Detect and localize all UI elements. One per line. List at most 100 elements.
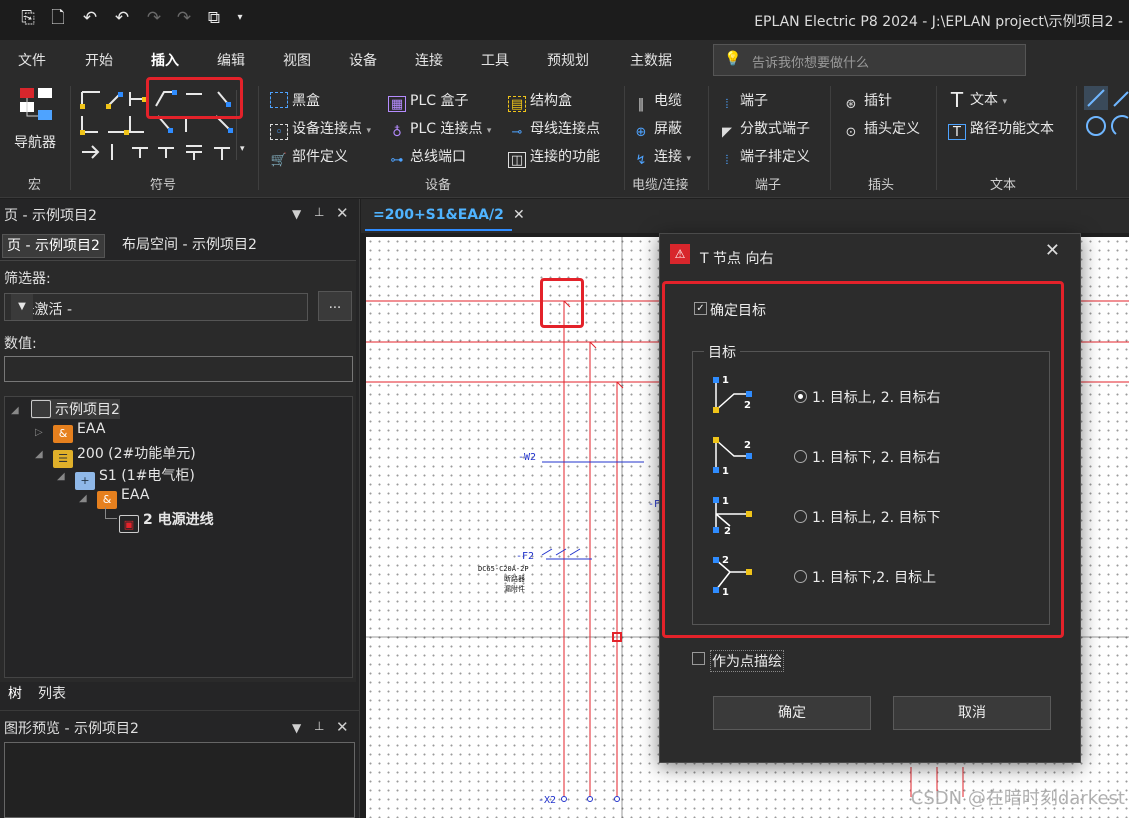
graphics-gallery[interactable] (1084, 86, 1129, 142)
document-tab[interactable]: =200+S1&EAA/2 (365, 203, 512, 231)
expand-arrow-icon[interactable]: ◢ (35, 449, 43, 460)
graphics-shapes-icon (1084, 86, 1129, 136)
expand-arrow-icon[interactable]: ▷ (35, 427, 43, 438)
insert-shield-button[interactable]: ⊕ 屏蔽 (632, 118, 682, 141)
menu-file[interactable]: 文件 (18, 50, 46, 70)
customize-dropdown-icon[interactable]: ▾ (228, 6, 252, 30)
undo-list-icon[interactable]: ↶ (78, 6, 102, 30)
menu-start[interactable]: 开始 (85, 50, 113, 70)
tab-list[interactable]: 列表 (38, 683, 66, 703)
insert-part-definition-button[interactable]: 🛒 部件定义 (270, 146, 348, 169)
insert-structure-box-button[interactable]: ▤ 结构盒 (508, 90, 572, 112)
path-function-text-label: 路径功能文本 (970, 121, 1054, 137)
menu-connection[interactable]: 连接 (415, 50, 443, 70)
preview-menu-icon[interactable]: ▼ (292, 721, 301, 735)
insert-pin-button[interactable]: ⊛ 插针 (842, 90, 892, 113)
insert-connected-function-button[interactable]: ◫ 连接的功能 (508, 146, 600, 168)
undo-icon[interactable]: ↶ (110, 6, 134, 30)
insert-cable-button[interactable]: ‖ 电缆 (632, 90, 682, 113)
selection-icon[interactable]: ⧉ (202, 6, 226, 30)
group-text-label: 文本 (990, 178, 1017, 193)
device-connection-point-label: 设备连接点 (292, 121, 362, 137)
tree-connector (105, 507, 117, 519)
redo-icon[interactable]: ↷ (142, 6, 166, 30)
panel-close-icon[interactable]: ✕ (336, 204, 349, 222)
expand-arrow-icon[interactable]: ◢ (57, 471, 65, 482)
terminal-strip-icon: ⦙ (725, 153, 729, 168)
insert-blackbox-button[interactable]: 黑盒 (270, 90, 320, 110)
preview-pin-icon[interactable]: ⊥ (314, 719, 324, 733)
tab-close-icon[interactable]: ✕ (513, 207, 525, 223)
insert-plc-box-button[interactable]: ▦ PLC 盒子 (388, 90, 468, 112)
cable-icon: ‖ (637, 97, 645, 112)
menu-tools[interactable]: 工具 (481, 50, 509, 70)
menu-device[interactable]: 设备 (349, 50, 377, 70)
distributed-terminal-label: 分散式端子 (740, 121, 810, 137)
t-node-highlight-box (540, 278, 584, 328)
insert-bus-port-button[interactable]: ⊶ 总线端口 (388, 146, 467, 169)
dialog-title: T 节点 向右 (700, 251, 774, 267)
installation-icon: ☰ (53, 450, 73, 468)
navigator-label[interactable]: 导航器 (14, 132, 56, 152)
search-placeholder: 告诉我你想要做什么 (752, 56, 870, 71)
tab-layout-space[interactable]: 布局空间 - 示例项目2 (118, 234, 261, 258)
function-assignment-icon: & (53, 425, 73, 443)
device-connection-point-icon: ◦ (270, 124, 288, 140)
distributed-terminal-icon: ◤ (722, 125, 732, 140)
pin-icon[interactable]: ⊥ (314, 205, 324, 219)
menu-edit[interactable]: 编辑 (217, 50, 245, 70)
insert-path-function-text-button[interactable]: T 路径功能文本 (948, 118, 1054, 140)
insert-plug-definition-button[interactable]: ⊙ 插头定义 (842, 118, 920, 141)
navigator-button[interactable] (14, 86, 58, 126)
plc-box-icon: ▦ (388, 96, 406, 112)
connected-function-label: 连接的功能 (530, 149, 600, 165)
preview-close-icon[interactable]: ✕ (336, 718, 349, 736)
tab-tree[interactable]: 树 (8, 683, 22, 703)
expand-arrow-icon[interactable]: ◢ (79, 493, 87, 504)
value-input[interactable] (4, 356, 353, 382)
insert-device-connection-point-button[interactable]: ◦ 设备连接点 ▾ (270, 118, 371, 140)
filter-label: 筛选器: (4, 271, 51, 287)
insert-busbar-connection-point-button[interactable]: ⊸ 母线连接点 (508, 118, 600, 141)
menu-insert[interactable]: 插入 (151, 50, 179, 70)
blackbox-icon (270, 92, 288, 108)
tree-item-project[interactable]: 示例项目2 (31, 399, 120, 419)
filter-more-button[interactable]: ... (318, 291, 352, 321)
new-document-icon[interactable]: 🗋 (46, 6, 70, 30)
insert-plc-connection-point-button[interactable]: ♁ PLC 连接点 ▾ (388, 118, 491, 141)
busbar-connection-point-label: 母线连接点 (530, 121, 600, 137)
project-icon (31, 400, 51, 418)
insert-text-button[interactable]: T 文本 ▾ (948, 88, 1007, 112)
ok-button[interactable]: 确定 (713, 696, 871, 730)
dialog-close-icon[interactable]: ✕ (1045, 240, 1060, 261)
menu-view[interactable]: 视图 (283, 50, 311, 70)
terminal-strip-definition-label: 端子排定义 (740, 149, 810, 165)
group-device-label: 设备 (425, 178, 452, 193)
search-input[interactable]: 💡 告诉我你想要做什么 (713, 44, 1026, 76)
panel-menu-icon[interactable]: ▼ (292, 207, 301, 221)
page-tree: ◢ 示例项目2 ▷ & EAA ◢ ☰ 200 (2#功能单元) ◢ + S1 (1#… (4, 396, 353, 678)
cancel-button[interactable]: 取消 (893, 696, 1051, 730)
draw-as-point-checkbox[interactable] (692, 652, 705, 665)
tree-item-label: EAA (77, 421, 106, 437)
menu-master-data[interactable]: 主数据 (630, 50, 672, 70)
tree-item-eaa[interactable]: & EAA (53, 421, 105, 443)
connected-function-icon: ◫ (508, 152, 526, 168)
structure-box-label: 结构盒 (530, 93, 572, 109)
insert-distributed-terminal-button[interactable]: ◤ 分散式端子 (718, 118, 810, 141)
expand-arrow-icon[interactable]: ◢ (11, 405, 19, 416)
tab-pages[interactable]: 页 - 示例项目2 (2, 234, 105, 258)
redo-list-icon[interactable]: ↷ (172, 6, 196, 30)
menu-preplanning[interactable]: 预规划 (547, 50, 589, 70)
location-icon: + (75, 472, 95, 490)
tree-item-eaa-sub[interactable]: & EAA (97, 487, 149, 509)
connection-label: 连接 (654, 149, 682, 165)
insert-terminal-button[interactable]: ⦙ 端子 (718, 90, 768, 113)
filter-select[interactable]: - 未激活 - ▼ (4, 293, 308, 321)
tree-item-page-2[interactable]: ▣ 2 电源进线 (119, 509, 214, 533)
insert-connection-button[interactable]: ↯ 连接 ▾ (632, 146, 691, 169)
new-page-icon[interactable]: ⎘ (16, 6, 40, 30)
text-label: 文本 (970, 92, 998, 108)
cable-label: 电缆 (654, 93, 682, 109)
insert-terminal-strip-definition-button[interactable]: ⦙ 端子排定义 (718, 146, 810, 169)
